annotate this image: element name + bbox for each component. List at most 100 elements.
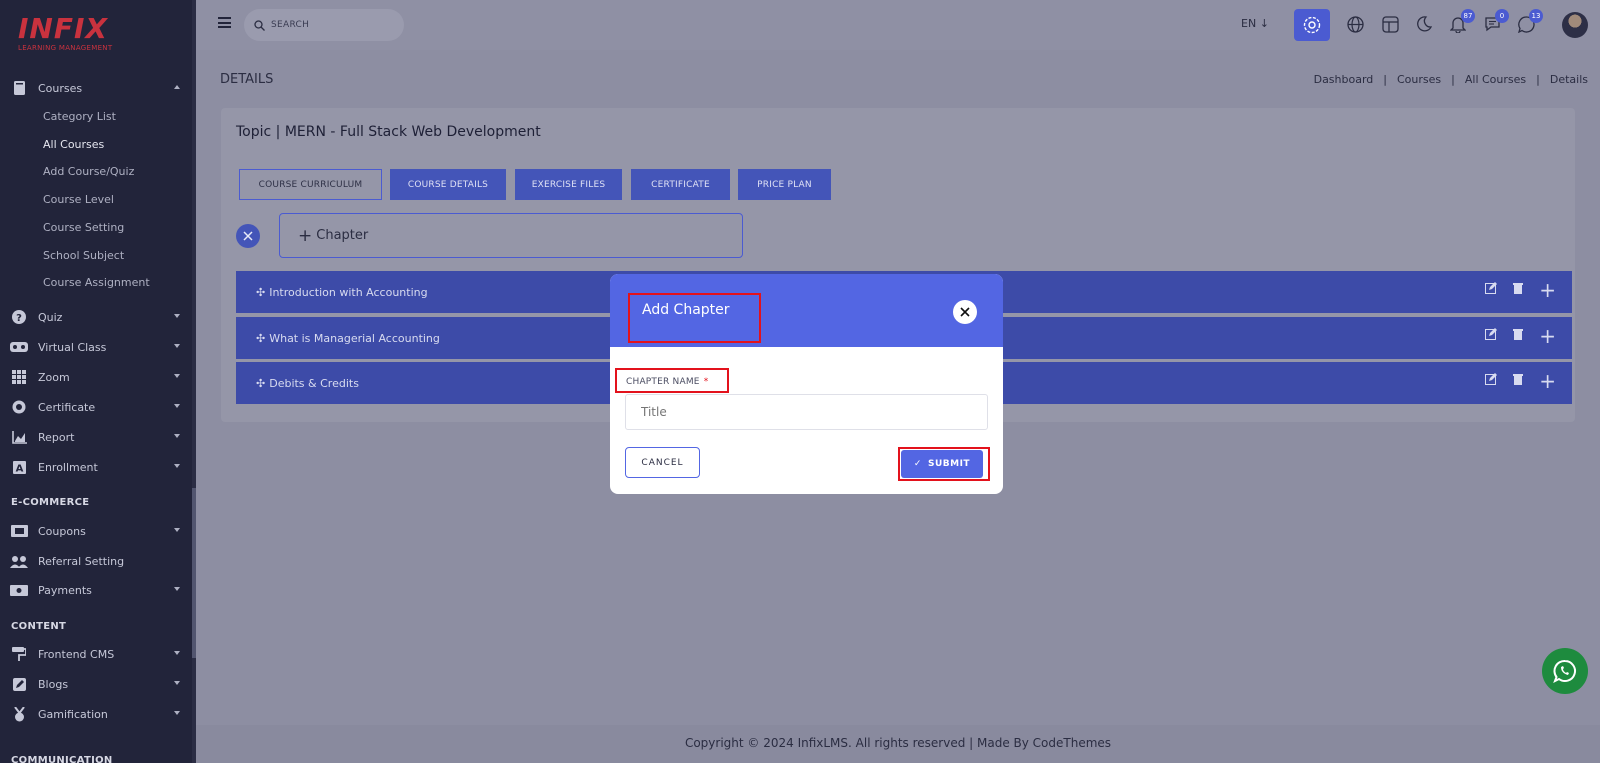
modal-close-button[interactable]	[953, 300, 977, 324]
tab-exercise-files[interactable]: EXERCISE FILES	[515, 169, 622, 200]
add-chapter-button[interactable]: + Chapter	[279, 213, 743, 258]
cancel-button[interactable]: CANCEL	[625, 447, 700, 478]
sidebar-sub-course-setting[interactable]: Course Setting	[43, 221, 124, 234]
tab-certificate[interactable]: CERTIFICATE	[631, 169, 730, 200]
sidebar-item-blogs[interactable]: Blogs	[10, 673, 186, 695]
trash-icon[interactable]	[1513, 328, 1524, 343]
sidebar: INFIX LEARNING MANAGEMENT Courses Catego…	[0, 0, 196, 763]
submit-button[interactable]: ✓ SUBMIT	[901, 450, 983, 478]
avatar[interactable]	[1562, 12, 1588, 38]
chevron-down-icon	[174, 344, 180, 348]
collapse-chapter-button[interactable]	[236, 224, 260, 248]
whatsapp-button[interactable]	[1542, 648, 1588, 694]
certificate-icon	[10, 400, 28, 414]
tab-price-plan[interactable]: PRICE PLAN	[738, 169, 831, 200]
sidebar-item-label: Quiz	[38, 310, 63, 324]
sidebar-item-referral-setting[interactable]: Referral Setting	[10, 550, 186, 572]
check-icon: ✓	[913, 459, 922, 469]
drag-handle-icon[interactable]: ✣	[256, 377, 265, 390]
sidebar-sub-category-list[interactable]: Category List	[43, 110, 116, 123]
enrollment-icon: A	[10, 460, 28, 474]
chapter-title: Introduction with Accounting	[269, 285, 428, 299]
coupon-icon	[10, 524, 28, 538]
messages-badge: 0	[1495, 9, 1509, 23]
chapter-title: What is Managerial Accounting	[269, 331, 440, 345]
add-chapter-label: Chapter	[316, 228, 369, 243]
chat-button[interactable]: 13	[1515, 9, 1543, 35]
breadcrumb: Dashboard | Courses | All Courses | Deta…	[1314, 73, 1588, 86]
plus-icon[interactable]: +	[1539, 280, 1556, 300]
modal-header: Add Chapter	[610, 274, 1003, 347]
sidebar-sub-add-course[interactable]: Add Course/Quiz	[43, 165, 134, 178]
globe-icon	[1346, 15, 1364, 33]
breadcrumb-all-courses[interactable]: All Courses	[1465, 73, 1526, 86]
sidebar-item-frontend-cms[interactable]: Frontend CMS	[10, 643, 186, 665]
breadcrumb-dashboard[interactable]: Dashboard	[1314, 73, 1374, 86]
sidebar-item-zoom[interactable]: Zoom	[10, 366, 186, 388]
trash-icon[interactable]	[1513, 282, 1524, 297]
sidebar-sub-course-assignment[interactable]: Course Assignment	[43, 276, 150, 289]
search-box[interactable]: SEARCH	[244, 9, 404, 41]
close-icon	[243, 231, 253, 241]
notifications-button[interactable]: 87	[1447, 9, 1475, 35]
add-chapter-modal: Add Chapter CHAPTER NAME* CANCEL ✓ SUBMI…	[610, 274, 1003, 494]
tab-course-curriculum[interactable]: COURSE CURRICULUM	[239, 169, 382, 200]
sidebar-item-label: Zoom	[38, 370, 70, 384]
settings-button[interactable]	[1294, 9, 1330, 41]
messages-button[interactable]: 0	[1481, 9, 1509, 35]
sidebar-item-label: Courses	[38, 81, 83, 95]
sidebar-sub-course-level[interactable]: Course Level	[43, 193, 114, 206]
chevron-down-icon	[174, 314, 180, 318]
plus-icon: +	[298, 225, 313, 246]
layout-button[interactable]	[1379, 13, 1401, 35]
sidebar-item-label: Frontend CMS	[38, 647, 115, 661]
sidebar-sub-school-subject[interactable]: School Subject	[43, 249, 124, 262]
chevron-down-icon	[174, 528, 180, 532]
dark-mode-button[interactable]	[1413, 13, 1435, 35]
tab-course-details[interactable]: COURSE DETAILS	[390, 169, 506, 200]
sidebar-item-virtual-class[interactable]: Virtual Class	[10, 336, 186, 358]
sidebar-item-quiz[interactable]: ? Quiz	[10, 306, 186, 328]
footer: Copyright © 2024 InfixLMS. All rights re…	[196, 725, 1600, 763]
sidebar-item-gamification[interactable]: Gamification	[10, 703, 186, 725]
sidebar-item-payments[interactable]: Payments	[10, 579, 186, 601]
edit-icon[interactable]	[1485, 328, 1498, 343]
drag-handle-icon[interactable]: ✣	[256, 286, 265, 299]
sidebar-item-certificate[interactable]: Certificate	[10, 396, 186, 418]
logo[interactable]: INFIX LEARNING MANAGEMENT	[18, 14, 113, 53]
sidebar-item-coupons[interactable]: Coupons	[10, 520, 186, 542]
trash-icon[interactable]	[1513, 373, 1524, 388]
sidebar-sub-all-courses[interactable]: All Courses	[43, 138, 104, 151]
chat-badge: 13	[1529, 9, 1543, 23]
drag-handle-icon[interactable]: ✣	[256, 332, 265, 345]
menu-icon[interactable]	[218, 17, 231, 28]
grid-icon	[10, 370, 28, 384]
plus-icon[interactable]: +	[1539, 371, 1556, 391]
close-icon	[960, 307, 970, 317]
chapter-title-input[interactable]	[625, 394, 988, 430]
breadcrumb-courses[interactable]: Courses	[1397, 73, 1441, 86]
search-input[interactable]: SEARCH	[271, 20, 309, 30]
chevron-down-icon	[174, 681, 180, 685]
chevron-down-icon	[174, 587, 180, 591]
edit-icon[interactable]	[1485, 373, 1498, 388]
sidebar-item-label: Virtual Class	[38, 340, 107, 354]
sidebar-item-report[interactable]: Report	[10, 426, 186, 448]
edit-icon[interactable]	[1485, 282, 1498, 297]
chevron-down-icon	[174, 711, 180, 715]
moon-icon	[1417, 16, 1432, 32]
chevron-down-icon	[174, 374, 180, 378]
topbar: SEARCH EN ↓ 87 0 13	[196, 0, 1600, 50]
sidebar-item-courses[interactable]: Courses	[10, 77, 186, 99]
chapter-name-label: CHAPTER NAME *	[626, 377, 708, 387]
sidebar-item-label: Coupons	[38, 524, 86, 538]
language-selector[interactable]: EN ↓	[1241, 17, 1269, 30]
arrow-down-icon: ↓	[1259, 17, 1269, 30]
sidebar-scroll-thumb[interactable]	[192, 488, 196, 658]
logo-subtitle: LEARNING MANAGEMENT	[18, 44, 113, 52]
plus-icon[interactable]: +	[1539, 326, 1556, 346]
globe-button[interactable]	[1344, 13, 1366, 35]
sidebar-item-enrollment[interactable]: A Enrollment	[10, 456, 186, 478]
section-label-content: CONTENT	[11, 621, 67, 632]
question-circle-icon: ?	[10, 310, 28, 324]
